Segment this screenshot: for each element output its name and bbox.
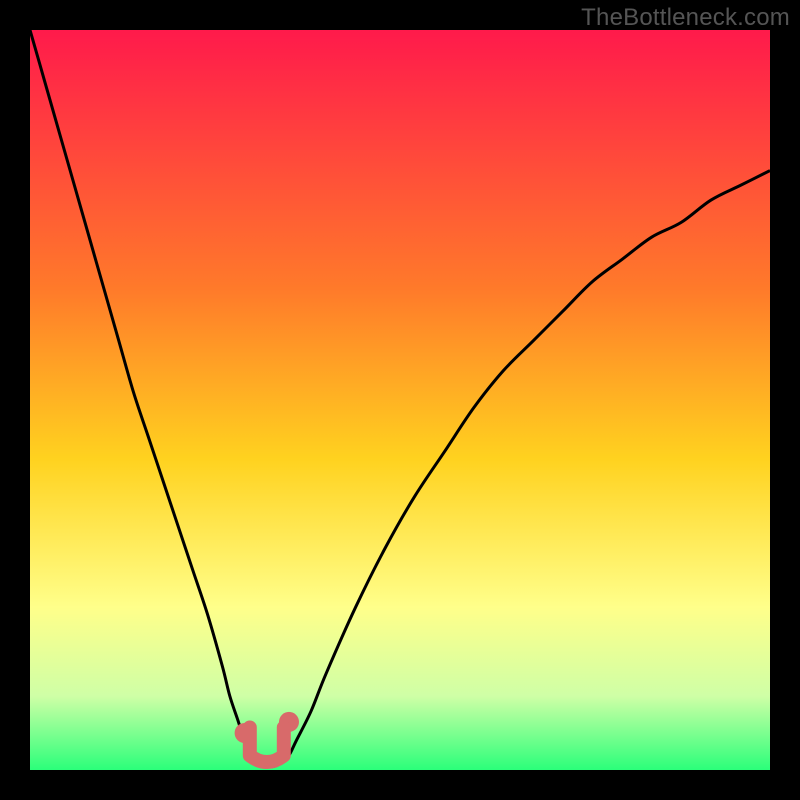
plot-area xyxy=(30,30,770,770)
bottleneck-chart xyxy=(30,30,770,770)
chart-frame: TheBottleneck.com xyxy=(0,0,800,800)
gradient-background xyxy=(30,30,770,770)
watermark-text: TheBottleneck.com xyxy=(581,4,790,32)
